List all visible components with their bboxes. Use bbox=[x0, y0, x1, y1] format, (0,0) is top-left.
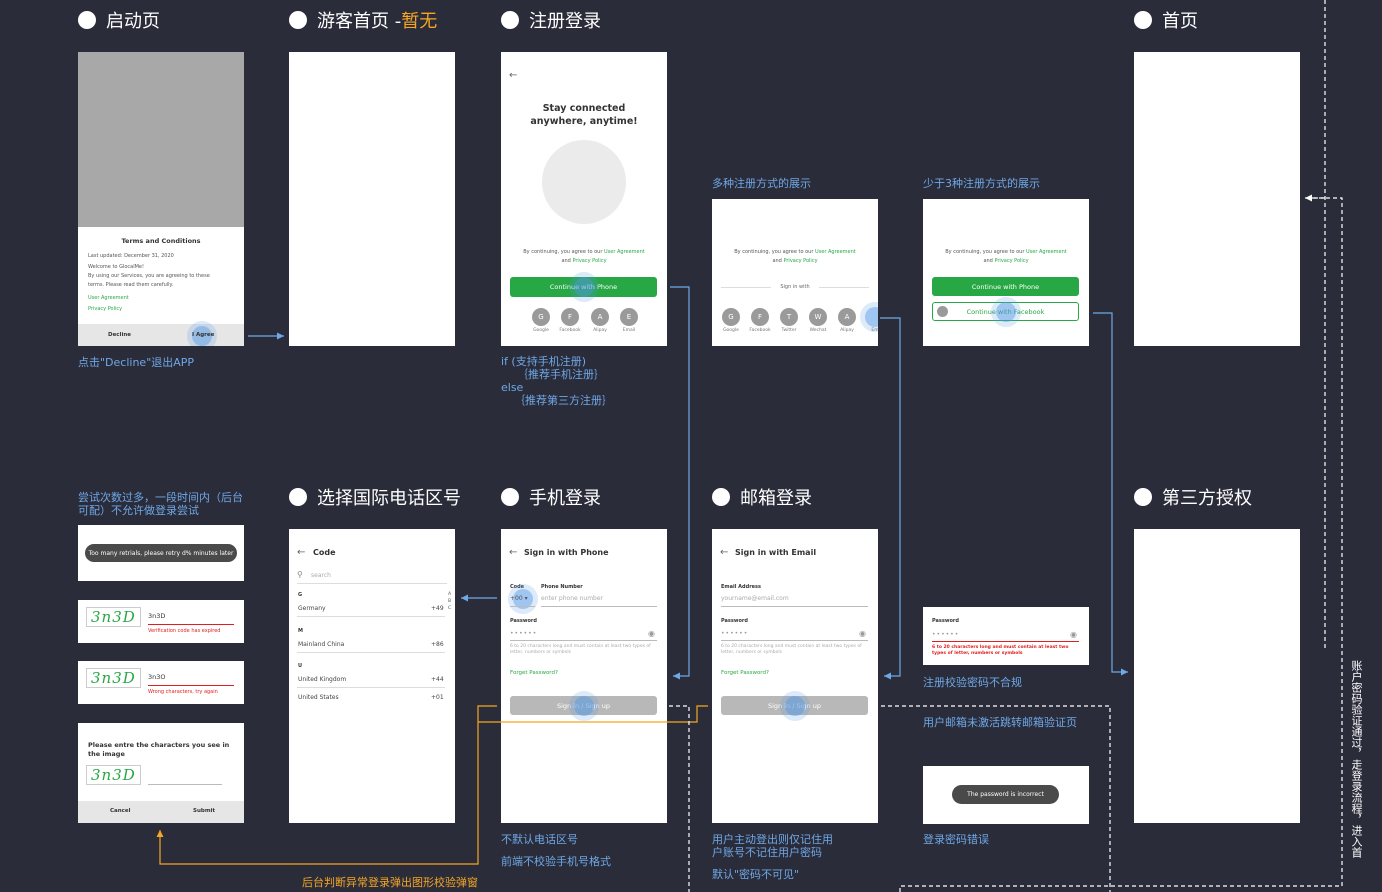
arrow-captcha-from-phone bbox=[156, 705, 497, 865]
dashed-phone-login-success bbox=[669, 705, 690, 892]
dashed-to-home bbox=[899, 194, 1343, 892]
flow-connectors bbox=[156, 0, 1343, 892]
arrow-captcha-from-email bbox=[478, 705, 708, 723]
arrow-email-to-email-login bbox=[880, 317, 901, 680]
arrow-phone-to-phone-login bbox=[670, 286, 690, 680]
dashed-email-login-success bbox=[881, 705, 1111, 892]
arrow-facebook-to-third-party bbox=[1093, 312, 1128, 676]
